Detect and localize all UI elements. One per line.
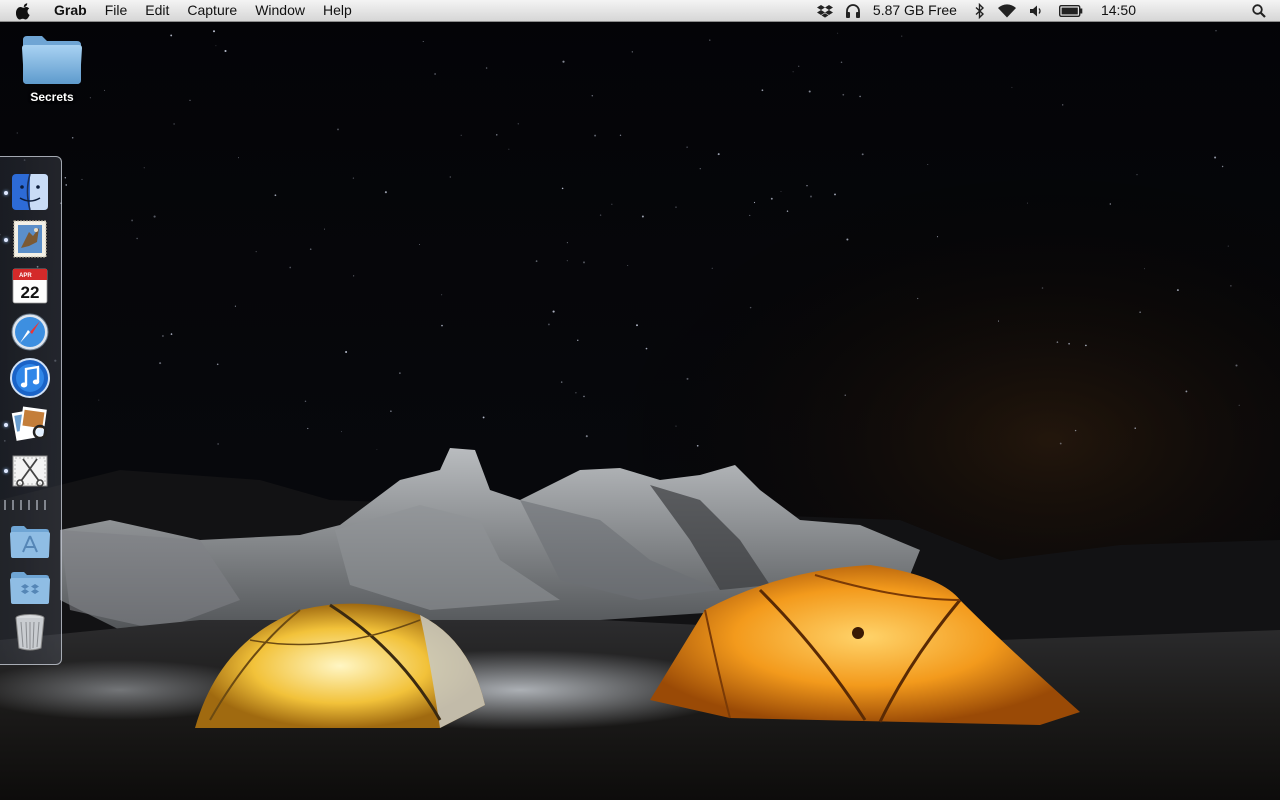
apple-menu-icon[interactable] [16,0,38,21]
dock-item-ical[interactable]: APR 22 [9,265,51,307]
menu-bar-clock[interactable]: 14:50 [1101,0,1136,21]
calendar-icon: APR 22 [12,268,48,304]
dock-item-trash[interactable] [9,611,51,653]
preview-icon [11,406,48,441]
applications-folder-icon [10,526,50,558]
finder-icon [12,173,48,211]
menu-bar: Grab File Edit Capture Window Help 5.87 … [0,0,1280,22]
headphones-icon[interactable] [845,0,861,21]
spotlight-icon[interactable] [1252,0,1266,21]
disk-free-text[interactable]: 5.87 GB Free [873,0,957,21]
dock-item-grab[interactable] [9,449,51,491]
wifi-icon[interactable] [997,0,1017,21]
dock-item-finder[interactable] [9,171,51,213]
menu-help[interactable]: Help [314,0,361,21]
desktop-wallpaper [0,0,1280,800]
running-indicator [4,238,8,242]
menu-file[interactable]: File [96,0,137,21]
running-indicator [4,191,8,195]
calendar-date-text: 22 [21,283,40,302]
desktop-folder-secrets[interactable]: Secrets [12,32,92,104]
dock-item-preview[interactable] [9,403,51,445]
music-note-icon [10,358,50,398]
compass-icon [11,313,49,351]
dock-separator [4,500,52,510]
running-indicator [4,469,8,473]
trash-icon [15,614,45,651]
calendar-month-text: APR [19,273,32,279]
dock: APR 22 [0,156,62,665]
dock-item-itunes[interactable] [9,357,51,399]
dock-item-dropbox-folder[interactable] [9,565,51,607]
dock-item-safari[interactable] [9,311,51,353]
folder-icon [22,36,82,84]
dropbox-folder-icon [10,572,50,604]
dock-item-applications[interactable] [9,519,51,561]
scissors-icon [12,455,48,487]
desktop: Grab File Edit Capture Window Help 5.87 … [0,0,1280,800]
menu-bar-status-area: 5.87 GB Free 14:50 [811,0,1280,21]
battery-icon[interactable] [1058,0,1083,21]
desktop-folder-label: Secrets [30,90,74,104]
dropbox-icon[interactable] [816,0,833,21]
menu-window[interactable]: Window [246,0,314,21]
menu-capture[interactable]: Capture [178,0,246,21]
menu-bar-left: Grab File Edit Capture Window Help [0,0,361,21]
dock-item-mail[interactable] [9,218,51,260]
running-indicator [4,423,8,427]
mail-icon [13,220,47,258]
bluetooth-icon[interactable] [975,0,985,21]
menu-edit[interactable]: Edit [136,0,178,21]
menu-app-name[interactable]: Grab [52,0,96,21]
volume-icon[interactable] [1029,0,1043,21]
